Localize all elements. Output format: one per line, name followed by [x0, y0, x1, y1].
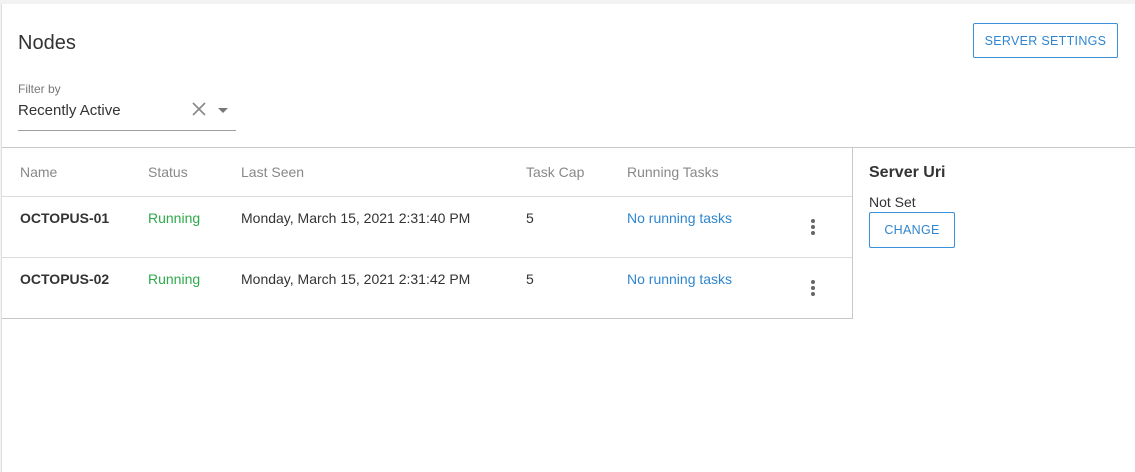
nodes-panel: Nodes SERVER SETTINGS Filter by Recently…	[1, 4, 1135, 472]
table-header-row: Name Status Last Seen Task Cap Running T…	[2, 147, 852, 197]
column-header-running-tasks: Running Tasks	[627, 147, 792, 197]
more-vertical-icon[interactable]	[811, 219, 815, 235]
close-icon[interactable]	[190, 100, 208, 118]
status-text: Running	[148, 210, 201, 226]
table-row: OCTOPUS-02 Running Monday, March 15, 202…	[2, 258, 852, 319]
last-seen: Monday, March 15, 2021 2:31:40 PM	[241, 210, 471, 226]
filter-label: Filter by	[18, 82, 61, 96]
task-cap: 5	[526, 210, 534, 226]
column-header-actions	[792, 147, 852, 197]
task-cap: 5	[526, 271, 534, 287]
last-seen: Monday, March 15, 2021 2:31:42 PM	[241, 271, 471, 287]
change-button[interactable]: CHANGE	[869, 212, 955, 248]
table-row: OCTOPUS-01 Running Monday, March 15, 202…	[2, 196, 852, 258]
node-name: OCTOPUS-02	[20, 271, 110, 287]
more-vertical-icon[interactable]	[811, 280, 815, 296]
caret-down-icon[interactable]	[218, 108, 228, 113]
column-header-last-seen: Last Seen	[241, 147, 526, 197]
column-header-task-cap: Task Cap	[526, 147, 627, 197]
running-tasks-link[interactable]: No running tasks	[627, 258, 792, 287]
server-uri-title: Server Uri	[869, 164, 946, 181]
server-uri-section: Server Uri Not Set CHANGE	[869, 164, 1119, 248]
filter-select[interactable]: Filter by Recently Active	[18, 82, 236, 131]
column-header-name: Name	[2, 147, 148, 197]
server-uri-value: Not Set	[869, 194, 916, 210]
column-header-status: Status	[148, 147, 241, 197]
filter-value[interactable]: Recently Active	[18, 102, 121, 119]
page-title: Nodes	[18, 32, 76, 54]
node-name: OCTOPUS-01	[20, 210, 110, 226]
server-settings-button[interactable]: SERVER SETTINGS	[973, 23, 1118, 58]
nodes-table: Name Status Last Seen Task Cap Running T…	[2, 147, 853, 319]
running-tasks-link[interactable]: No running tasks	[627, 197, 792, 226]
status-text: Running	[148, 271, 201, 287]
